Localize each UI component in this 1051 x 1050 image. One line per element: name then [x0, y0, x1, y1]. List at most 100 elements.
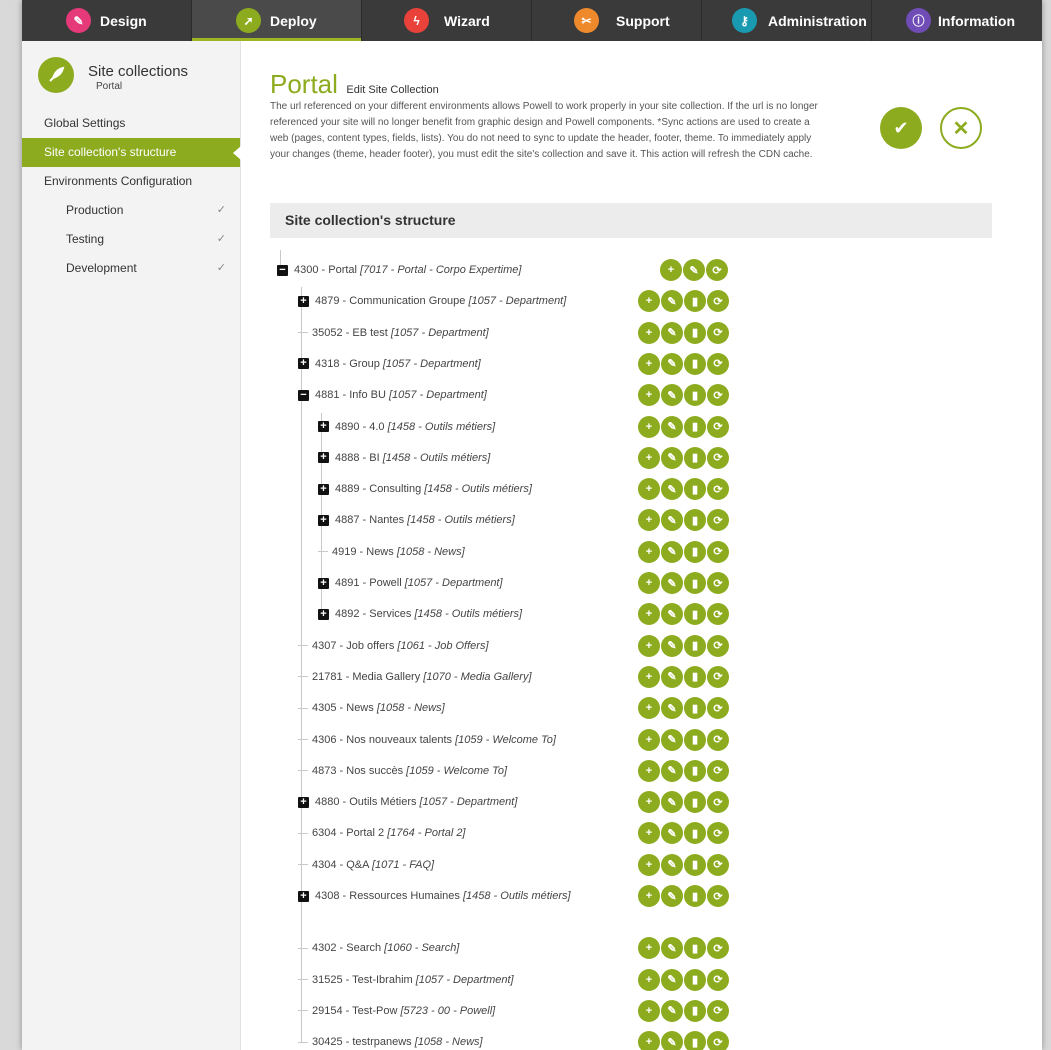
- sync-button[interactable]: ⟳: [707, 540, 729, 563]
- delete-button[interactable]: ▮: [684, 853, 706, 876]
- delete-button[interactable]: ▮: [684, 603, 706, 626]
- expand-icon[interactable]: +: [318, 514, 329, 526]
- add-button[interactable]: +: [638, 446, 660, 469]
- delete-button[interactable]: ▮: [684, 728, 706, 751]
- add-button[interactable]: +: [638, 822, 660, 845]
- delete-button[interactable]: ▮: [684, 384, 706, 407]
- edit-button[interactable]: ✎: [661, 384, 683, 407]
- sync-button[interactable]: ⟳: [707, 937, 729, 960]
- edit-button[interactable]: ✎: [661, 478, 683, 501]
- tree-node-label[interactable]: 35052 - EB test: [312, 327, 391, 339]
- delete-button[interactable]: ▮: [684, 999, 706, 1022]
- expand-icon[interactable]: +: [318, 452, 329, 464]
- tree-node-label[interactable]: 4308 - Ressources Humaines: [315, 890, 463, 902]
- add-button[interactable]: +: [638, 603, 660, 626]
- expand-icon[interactable]: +: [318, 577, 329, 589]
- edit-button[interactable]: ✎: [661, 321, 683, 344]
- add-button[interactable]: +: [638, 384, 660, 407]
- tree-node-label[interactable]: 4306 - Nos nouveaux talents: [312, 734, 455, 746]
- edit-button[interactable]: ✎: [661, 728, 683, 751]
- expand-icon[interactable]: +: [318, 421, 329, 433]
- sync-button[interactable]: ⟳: [707, 665, 729, 688]
- edit-button[interactable]: ✎: [661, 509, 683, 532]
- sync-button[interactable]: ⟳: [707, 999, 729, 1022]
- sync-button[interactable]: ⟳: [707, 603, 729, 626]
- add-button[interactable]: +: [638, 321, 660, 344]
- edit-button[interactable]: ✎: [661, 791, 683, 814]
- delete-button[interactable]: ▮: [684, 352, 706, 375]
- edit-button[interactable]: ✎: [661, 446, 683, 469]
- expand-icon[interactable]: +: [318, 608, 329, 620]
- delete-button[interactable]: ▮: [684, 665, 706, 688]
- tree-node-label[interactable]: 4318 - Group: [315, 358, 383, 370]
- sync-button[interactable]: ⟳: [707, 1031, 729, 1050]
- edit-button[interactable]: ✎: [661, 999, 683, 1022]
- add-button[interactable]: +: [638, 853, 660, 876]
- delete-button[interactable]: ▮: [684, 415, 706, 438]
- collapse-icon[interactable]: −: [298, 389, 309, 401]
- save-button[interactable]: ✔: [880, 107, 922, 149]
- delete-button[interactable]: ▮: [684, 572, 706, 594]
- edit-button[interactable]: ✎: [661, 572, 683, 594]
- edit-button[interactable]: ✎: [661, 937, 683, 960]
- add-button[interactable]: +: [638, 937, 660, 960]
- delete-button[interactable]: ▮: [684, 634, 706, 657]
- edit-button[interactable]: ✎: [661, 968, 683, 991]
- delete-button[interactable]: ▮: [684, 290, 706, 313]
- add-button[interactable]: +: [638, 509, 660, 532]
- edit-button[interactable]: ✎: [683, 259, 705, 281]
- sync-button[interactable]: ⟳: [707, 352, 729, 375]
- edit-button[interactable]: ✎: [661, 822, 683, 845]
- edit-button[interactable]: ✎: [661, 1031, 683, 1050]
- add-button[interactable]: +: [638, 1031, 660, 1050]
- add-button[interactable]: +: [638, 968, 660, 991]
- add-button[interactable]: +: [638, 885, 660, 907]
- edit-button[interactable]: ✎: [661, 352, 683, 375]
- tree-node-label[interactable]: 4887 - Nantes: [335, 514, 407, 526]
- edit-button[interactable]: ✎: [661, 853, 683, 876]
- tree-node-label[interactable]: 30425 - testrpanews: [312, 1036, 415, 1048]
- delete-button[interactable]: ▮: [684, 937, 706, 960]
- tree-node-label[interactable]: 4881 - Info BU: [315, 389, 389, 401]
- add-button[interactable]: +: [638, 540, 660, 563]
- nav-tab-information[interactable]: ⓘ Information: [872, 0, 1042, 41]
- sync-button[interactable]: ⟳: [707, 968, 729, 991]
- add-button[interactable]: +: [638, 665, 660, 688]
- sync-button[interactable]: ⟳: [707, 478, 729, 501]
- edit-button[interactable]: ✎: [661, 415, 683, 438]
- expand-icon[interactable]: +: [298, 890, 309, 902]
- tree-node-label[interactable]: 4890 - 4.0: [335, 421, 388, 433]
- tree-node-label[interactable]: 4873 - Nos succès: [312, 765, 406, 777]
- expand-icon[interactable]: +: [298, 358, 309, 370]
- add-button[interactable]: +: [638, 352, 660, 375]
- add-button[interactable]: +: [638, 634, 660, 657]
- edit-button[interactable]: ✎: [661, 603, 683, 626]
- sync-button[interactable]: ⟳: [707, 321, 729, 344]
- tree-node-label[interactable]: 4300 - Portal: [294, 264, 360, 276]
- collapse-icon[interactable]: −: [277, 264, 288, 276]
- sync-button[interactable]: ⟳: [707, 759, 729, 782]
- add-button[interactable]: +: [638, 759, 660, 782]
- expand-icon[interactable]: +: [298, 796, 309, 808]
- edit-button[interactable]: ✎: [661, 697, 683, 720]
- edit-button[interactable]: ✎: [661, 290, 683, 313]
- sync-button[interactable]: ⟳: [707, 728, 729, 751]
- sync-button[interactable]: ⟳: [706, 259, 728, 281]
- add-button[interactable]: +: [638, 697, 660, 720]
- delete-button[interactable]: ▮: [684, 791, 706, 814]
- add-button[interactable]: +: [638, 999, 660, 1022]
- tree-node-label[interactable]: 4891 - Powell: [335, 577, 405, 589]
- edit-button[interactable]: ✎: [661, 759, 683, 782]
- tree-node-label[interactable]: 4919 - News: [332, 546, 397, 558]
- add-button[interactable]: +: [660, 259, 682, 281]
- add-button[interactable]: +: [638, 290, 660, 313]
- tree-node-label[interactable]: 4880 - Outils Métiers: [315, 796, 420, 808]
- sync-button[interactable]: ⟳: [707, 822, 729, 845]
- sync-button[interactable]: ⟳: [707, 634, 729, 657]
- cancel-button[interactable]: ✕: [940, 107, 982, 149]
- sync-button[interactable]: ⟳: [707, 791, 729, 814]
- edit-button[interactable]: ✎: [661, 665, 683, 688]
- sync-button[interactable]: ⟳: [707, 384, 729, 407]
- delete-button[interactable]: ▮: [684, 321, 706, 344]
- delete-button[interactable]: ▮: [684, 885, 706, 907]
